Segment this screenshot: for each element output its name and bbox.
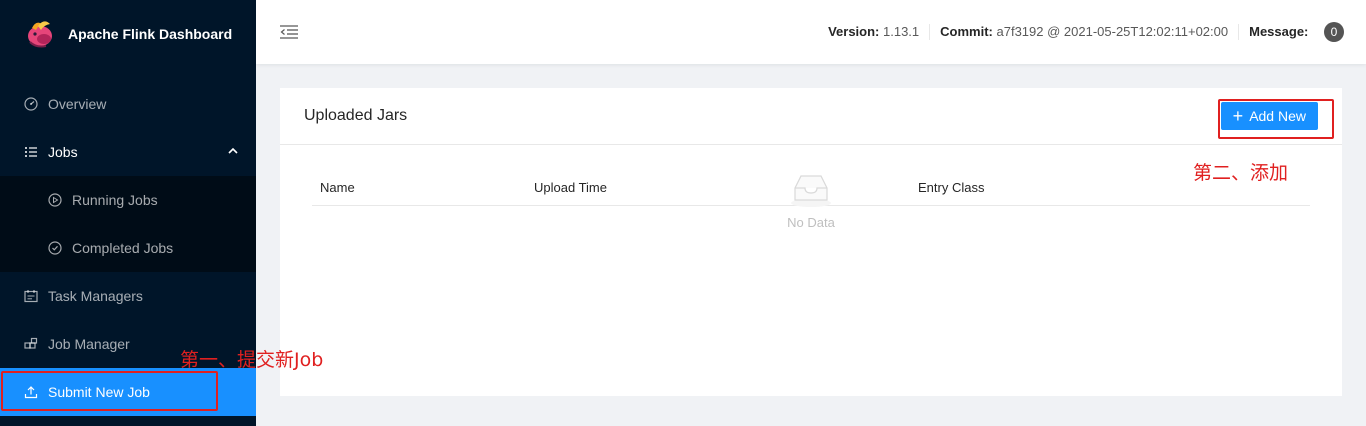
sidebar-item-label: Jobs bbox=[48, 144, 78, 160]
app-title: Apache Flink Dashboard bbox=[68, 26, 233, 42]
flink-logo-icon bbox=[24, 18, 56, 50]
header-info: Version: 1.13.1 Commit: a7f3192 @ 2021-0… bbox=[818, 22, 1366, 42]
commit-value: a7f3192 @ 2021-05-25T12:02:11+02:00 bbox=[996, 24, 1229, 39]
card-header: Uploaded Jars + Add New bbox=[280, 88, 1342, 145]
dashboard-icon bbox=[24, 97, 38, 111]
version-info: Version: 1.13.1 bbox=[818, 24, 931, 40]
play-circle-icon bbox=[48, 193, 62, 207]
empty-text: No Data bbox=[787, 215, 835, 230]
message-label: Message: bbox=[1249, 24, 1309, 39]
menu-fold-icon[interactable] bbox=[280, 25, 298, 39]
sidebar-item-label: Running Jobs bbox=[72, 192, 158, 208]
logo[interactable]: Apache Flink Dashboard bbox=[0, 0, 256, 68]
version-label: Version: bbox=[828, 24, 880, 39]
sidebar-item-overview[interactable]: Overview bbox=[0, 80, 256, 128]
top-header: Version: 1.13.1 Commit: a7f3192 @ 2021-0… bbox=[256, 0, 1366, 64]
sidebar-item-completed-jobs[interactable]: Completed Jobs bbox=[0, 224, 256, 272]
chevron-up-icon bbox=[228, 147, 238, 158]
card-title: Uploaded Jars bbox=[304, 107, 408, 124]
sidebar-item-label: Job Manager bbox=[48, 336, 130, 352]
sidebar-item-label: Overview bbox=[48, 96, 107, 112]
build-icon bbox=[24, 337, 38, 351]
highlight-box-add-new bbox=[1218, 99, 1334, 139]
version-value: 1.13.1 bbox=[883, 24, 920, 39]
annotation-step2: 第二、添加 bbox=[1193, 162, 1289, 184]
commit-info: Commit: a7f3192 @ 2021-05-25T12:02:11+02… bbox=[930, 24, 1240, 40]
sidebar-item-label: Completed Jobs bbox=[72, 240, 174, 256]
sidebar-item-running-jobs[interactable]: Running Jobs bbox=[0, 176, 256, 224]
message-count-badge[interactable]: 0 bbox=[1324, 22, 1344, 42]
jobs-submenu: Running Jobs Completed Jobs bbox=[0, 176, 256, 272]
empty-state: No Data bbox=[280, 170, 1342, 230]
empty-inbox-icon bbox=[788, 170, 834, 211]
sidebar-item-label: Task Managers bbox=[48, 288, 143, 304]
schedule-icon bbox=[24, 289, 38, 303]
uploaded-jars-card: Uploaded Jars + Add New Name Upload Time… bbox=[280, 88, 1342, 396]
list-icon bbox=[24, 145, 38, 159]
annotation-step1: 第一、提交新Job bbox=[180, 349, 324, 371]
sidebar-item-task-managers[interactable]: Task Managers bbox=[0, 272, 256, 320]
sidebar-item-jobs[interactable]: Jobs bbox=[0, 128, 256, 176]
message-info[interactable]: Message: 0 bbox=[1239, 22, 1354, 42]
highlight-box-submit-job bbox=[1, 371, 218, 411]
check-circle-icon bbox=[48, 241, 62, 255]
commit-label: Commit: bbox=[940, 24, 993, 39]
